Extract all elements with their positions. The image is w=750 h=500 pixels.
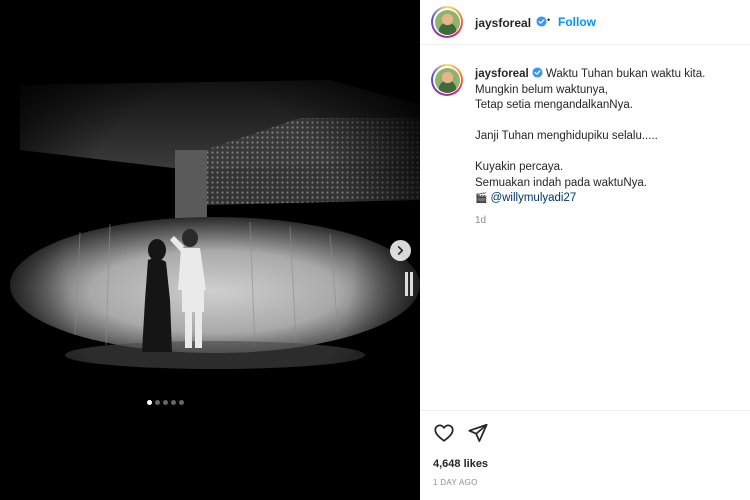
next-slide-button[interactable]	[390, 240, 411, 261]
post-header: jaysforeal • Follow	[420, 0, 750, 45]
caption-avatar[interactable]	[431, 64, 463, 96]
mention-link[interactable]: @willymulyadi27	[490, 192, 576, 204]
carousel-dot	[179, 400, 184, 405]
post-media[interactable]	[0, 0, 420, 500]
caption-line-1: Waktu Tuhan bukan waktu kita.	[545, 68, 706, 80]
caption-timestamp[interactable]: 1d	[475, 215, 486, 226]
caption-line-3: Tetap setia mengandalkanNya.	[475, 99, 633, 111]
clapperboard-icon: 🎬	[475, 193, 488, 204]
verified-badge-icon	[532, 67, 543, 78]
header-username[interactable]: jaysforeal	[475, 16, 531, 30]
carousel-dot	[155, 400, 160, 405]
paper-plane-icon[interactable]	[467, 422, 489, 444]
caption-username[interactable]: jaysforeal	[475, 68, 529, 80]
post-caption: jaysforeal Waktu Tuhan bukan waktu kita.…	[420, 45, 750, 410]
header-separator: •	[547, 15, 551, 25]
avatar[interactable]	[431, 6, 463, 38]
likes-count[interactable]: 4,648 likes	[433, 458, 488, 470]
caption-text: jaysforeal Waktu Tuhan bukan waktu kita.…	[475, 67, 740, 207]
carousel-indicator	[147, 400, 184, 405]
post-side-panel: jaysforeal • Follow jaysforeal Waktu Tuh…	[420, 0, 750, 500]
verified-badge-icon	[536, 16, 547, 27]
carousel-dot	[171, 400, 176, 405]
caption-line-2: Mungkin belum waktunya,	[475, 83, 608, 96]
carousel-dot	[147, 400, 152, 405]
carousel-dot	[163, 400, 168, 405]
caption-line-4: Janji Tuhan menghidupiku selalu.....	[475, 130, 658, 142]
post-photo	[0, 0, 420, 500]
chevron-right-icon	[397, 246, 404, 255]
follow-button[interactable]: Follow	[558, 15, 596, 29]
caption-line-6: Semuakan indah pada waktuNya.	[475, 176, 647, 189]
post-date[interactable]: 1 DAY AGO	[433, 478, 478, 487]
heart-icon[interactable]	[433, 422, 455, 444]
post-actions: 4,648 likes 1 DAY AGO	[420, 410, 750, 500]
caption-line-5: Kuyakin percaya.	[475, 161, 564, 173]
